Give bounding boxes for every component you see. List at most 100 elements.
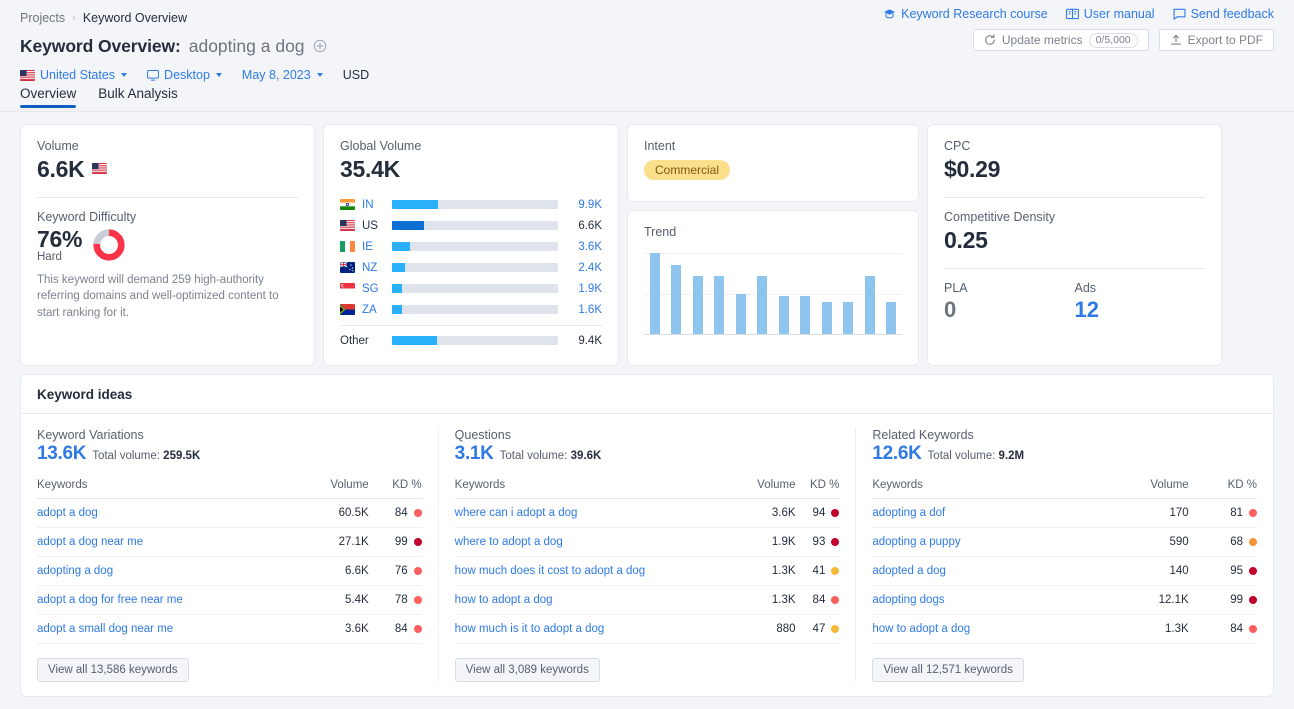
- header-keywords[interactable]: Keywords: [37, 479, 300, 499]
- view-all-button[interactable]: View all 3,089 keywords: [455, 658, 600, 682]
- kd-value: 41: [813, 565, 826, 577]
- column-total-label: Total volume:: [500, 450, 568, 462]
- header-keywords[interactable]: Keywords: [872, 479, 1099, 499]
- bar-slot: [644, 253, 666, 335]
- date-filter[interactable]: May 8, 2023: [242, 68, 323, 82]
- column-title: Keyword Variations: [37, 428, 422, 442]
- trend-bar[interactable]: [650, 253, 660, 335]
- export-to-pdf-label: Export to PDF: [1188, 33, 1263, 47]
- bar-slot: [881, 253, 903, 335]
- kd-dot-icon: [414, 625, 422, 633]
- keyword-kd: 76: [369, 557, 422, 586]
- keyword-link[interactable]: adopted a dog: [872, 565, 946, 577]
- intent-trend-column: Intent Commercial Trend: [627, 124, 919, 366]
- kd-value: 84: [395, 623, 408, 635]
- kd-dot-icon: [414, 538, 422, 546]
- header-volume[interactable]: Volume: [300, 479, 369, 499]
- trend-bar[interactable]: [671, 265, 681, 335]
- kd-value: 95: [1230, 565, 1243, 577]
- keyword-difficulty-label: Keyword Difficulty: [37, 210, 298, 224]
- trend-bar[interactable]: [843, 302, 853, 335]
- trend-bar[interactable]: [822, 302, 832, 335]
- top-buttons: Update metrics 0/5,000 Export to PDF: [973, 29, 1274, 51]
- keyword-link[interactable]: adopt a dog for free near me: [37, 594, 183, 606]
- date-filter-label: May 8, 2023: [242, 68, 311, 82]
- keyword-link[interactable]: how much is it to adopt a dog: [455, 623, 605, 635]
- table-row: how to adopt a dog 1.3K 84: [455, 586, 840, 615]
- keyword-volume: 5.4K: [300, 586, 369, 615]
- keyword-link[interactable]: adopting a dog: [37, 565, 113, 577]
- column-total: Total volume: 39.6K: [500, 450, 602, 462]
- trend-bar[interactable]: [800, 296, 810, 335]
- trend-bar[interactable]: [865, 276, 875, 335]
- list-item[interactable]: IN 9.9K: [340, 194, 602, 215]
- kd-value: 81: [1230, 507, 1243, 519]
- trend-bar[interactable]: [693, 276, 703, 335]
- table-header-row: Keywords Volume KD %: [872, 479, 1257, 499]
- trend-bar[interactable]: [779, 296, 789, 335]
- country-code: SG: [362, 283, 392, 295]
- keyword-link[interactable]: adopt a dog near me: [37, 536, 143, 548]
- plus-circle-icon[interactable]: [313, 39, 327, 53]
- view-all-button[interactable]: View all 12,571 keywords: [872, 658, 1024, 682]
- table-row: how to adopt a dog 1.3K 84: [872, 615, 1257, 644]
- trend-bar[interactable]: [714, 276, 724, 335]
- header-kd[interactable]: KD %: [1189, 479, 1257, 499]
- keyword-link[interactable]: how to adopt a dog: [872, 623, 970, 635]
- view-all-button[interactable]: View all 13,586 keywords: [37, 658, 189, 682]
- header-kd[interactable]: KD %: [796, 479, 840, 499]
- list-item[interactable]: ZA 1.6K: [340, 299, 602, 320]
- update-metrics-label: Update metrics: [1002, 33, 1083, 47]
- keyword-difficulty-note: This keyword will demand 259 high-author…: [37, 272, 298, 321]
- list-item[interactable]: IE 3.6K: [340, 236, 602, 257]
- keyword-link[interactable]: how to adopt a dog: [455, 594, 553, 606]
- trend-bar[interactable]: [736, 294, 746, 335]
- list-item[interactable]: SG 1.9K: [340, 278, 602, 299]
- breadcrumb-projects[interactable]: Projects: [20, 11, 65, 25]
- trend-bar[interactable]: [886, 302, 896, 335]
- device-filter[interactable]: Desktop: [147, 68, 222, 82]
- keyword-link[interactable]: adopting dogs: [872, 594, 944, 606]
- keyword-link[interactable]: how much does it cost to adopt a dog: [455, 565, 646, 577]
- keyword-volume: 1.3K: [738, 586, 795, 615]
- keyword-difficulty-value: 76%: [37, 226, 82, 253]
- tab-bulk-analysis[interactable]: Bulk Analysis: [98, 86, 178, 108]
- table-row: where can i adopt a dog 3.6K 94: [455, 499, 840, 528]
- keyword-link[interactable]: adopt a small dog near me: [37, 623, 173, 635]
- top-links: Keyword Research course User manual Send…: [883, 7, 1274, 21]
- keyword-link[interactable]: adopting a dof: [872, 507, 945, 519]
- status-badge[interactable]: Commercial: [644, 160, 730, 180]
- keyword-link[interactable]: adopting a puppy: [872, 536, 960, 548]
- trend-bar[interactable]: [757, 276, 767, 335]
- user-manual-link[interactable]: User manual: [1066, 7, 1155, 21]
- table-row: how much is it to adopt a dog 880 47: [455, 615, 840, 644]
- export-to-pdf-button[interactable]: Export to PDF: [1159, 29, 1274, 51]
- country-volume: 1.6K: [558, 304, 602, 316]
- keyword-research-course-link[interactable]: Keyword Research course: [883, 7, 1048, 21]
- tab-overview[interactable]: Overview: [20, 86, 76, 108]
- keywords-table: Keywords Volume KD % where can i adopt a…: [455, 479, 840, 644]
- header-volume[interactable]: Volume: [738, 479, 795, 499]
- country-filter[interactable]: United States: [20, 68, 127, 82]
- list-item[interactable]: NZ 2.4K: [340, 257, 602, 278]
- update-metrics-button[interactable]: Update metrics 0/5,000: [973, 29, 1149, 51]
- keyword-kd: 47: [796, 615, 840, 644]
- cpc-label: CPC: [944, 139, 1205, 153]
- header-keywords[interactable]: Keywords: [455, 479, 739, 499]
- kd-dot-icon: [831, 538, 839, 546]
- refresh-icon: [984, 34, 996, 46]
- column-title: Related Keywords: [872, 428, 1257, 442]
- country-code: NZ: [362, 262, 392, 274]
- us-flag-icon: [20, 70, 35, 81]
- header-kd[interactable]: KD %: [369, 479, 422, 499]
- header-volume[interactable]: Volume: [1100, 479, 1189, 499]
- list-item[interactable]: US 6.6K: [340, 215, 602, 236]
- keyword-link[interactable]: where can i adopt a dog: [455, 507, 578, 519]
- send-feedback-link[interactable]: Send feedback: [1173, 7, 1274, 21]
- keyword-volume: 3.6K: [738, 499, 795, 528]
- keyword-link[interactable]: where to adopt a dog: [455, 536, 563, 548]
- keyword-link[interactable]: adopt a dog: [37, 507, 98, 519]
- ads-value[interactable]: 12: [1075, 297, 1206, 323]
- volume-bar-fill: [392, 336, 437, 345]
- table-row: adopted a dog 140 95: [872, 557, 1257, 586]
